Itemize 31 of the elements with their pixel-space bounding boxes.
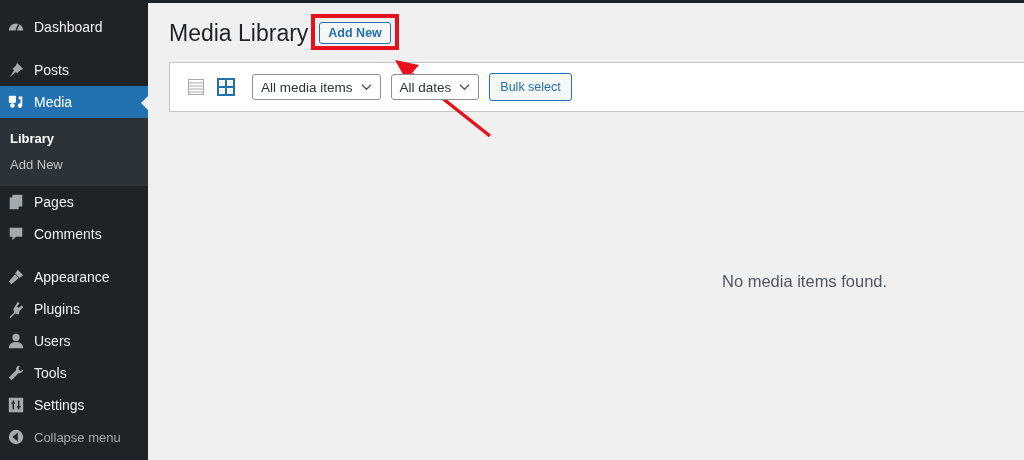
menu-item[interactable]: Tools — [0, 357, 148, 389]
menu-item[interactable]: Posts — [0, 54, 148, 86]
menu-item[interactable]: Media — [0, 86, 148, 118]
menu-item[interactable]: Users — [0, 325, 148, 357]
menu-item[interactable]: Settings — [0, 389, 148, 421]
menu-item[interactable]: Comments — [0, 218, 148, 250]
user-icon — [7, 332, 25, 350]
empty-message: No media items found. — [722, 272, 889, 291]
submenu-item[interactable]: Add New — [0, 152, 148, 178]
filter-dropdown[interactable]: All dates — [390, 74, 480, 100]
grid-view-icon[interactable] — [216, 77, 236, 97]
filter-dropdown[interactable]: All media items — [252, 74, 381, 100]
media-icon — [7, 93, 25, 111]
speech-bubble-icon — [7, 225, 25, 243]
wrench-icon — [7, 364, 25, 382]
plug-icon — [7, 300, 25, 318]
chevron-down-icon — [360, 83, 372, 91]
arrow-circle-icon — [7, 428, 25, 446]
sliders-icon — [7, 396, 25, 414]
submenu-item[interactable]: Library — [0, 126, 148, 152]
page-title: Media Library — [169, 19, 309, 47]
menu-item[interactable]: Dashboard — [0, 11, 148, 43]
chevron-down-icon — [459, 83, 471, 91]
menu-item[interactable]: Appearance — [0, 261, 148, 293]
collapse-menu-button[interactable]: Collapse menu — [0, 421, 148, 453]
pages-icon — [7, 193, 25, 211]
bulk-select-button[interactable]: Bulk select — [489, 73, 572, 101]
menu-item[interactable]: Pages — [0, 186, 148, 218]
add-new-button[interactable]: Add New — [319, 22, 391, 44]
menu-item[interactable]: Plugins — [0, 293, 148, 325]
brush-icon — [7, 268, 25, 286]
